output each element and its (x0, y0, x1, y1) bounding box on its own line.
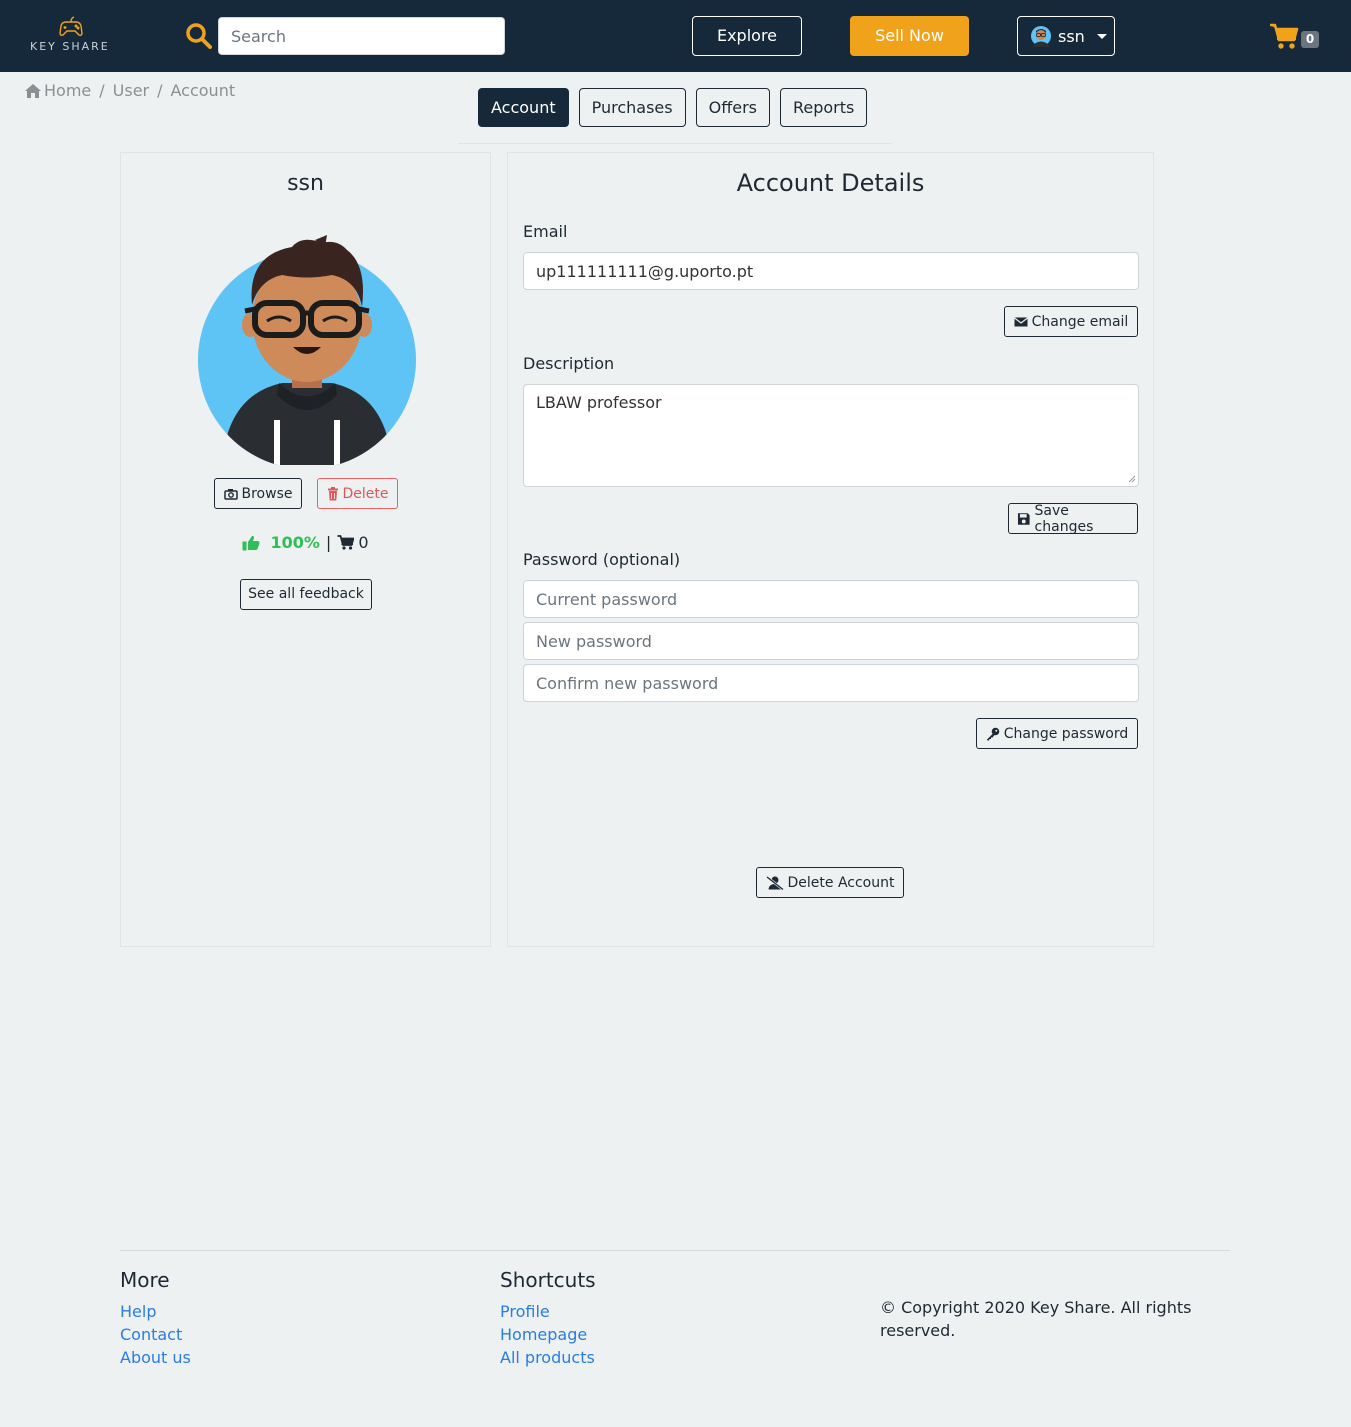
thumbs-up-icon (242, 535, 260, 550)
explore-button[interactable]: Explore (692, 16, 802, 56)
delete-account-button[interactable]: Delete Account (756, 867, 904, 898)
browse-label: Browse (241, 485, 293, 502)
browse-photo-button[interactable]: Browse (214, 478, 302, 509)
save-icon (1017, 512, 1030, 525)
user-slash-icon (765, 875, 784, 890)
trash-icon (327, 486, 338, 500)
breadcrumb-account: Account (170, 81, 236, 100)
rating-value: 100% (270, 533, 320, 552)
tab-reports[interactable]: Reports (779, 88, 868, 127)
search-icon[interactable] (185, 22, 213, 50)
footer-link-help[interactable]: Help (120, 1300, 191, 1323)
navbar: KEY SHARE Explore Sell Now ssn 0 (0, 0, 1351, 72)
cart-icon (337, 535, 355, 550)
copyright-text: © Copyright 2020 Key Share. All rights r… (880, 1298, 1192, 1340)
account-details-title: Account Details (736, 169, 925, 197)
breadcrumb: Home / User / Account (24, 81, 235, 100)
delete-photo-button[interactable]: Delete (317, 478, 398, 509)
footer-link-all-products[interactable]: All products (500, 1346, 596, 1369)
change-password-button[interactable]: Change password (976, 718, 1138, 749)
see-all-feedback-button[interactable]: See all feedback (240, 579, 372, 610)
account-tabs: Account Purchases Offers Reports (478, 88, 868, 127)
change-email-button[interactable]: Change email (1004, 306, 1138, 337)
password-label: Password (optional) (523, 550, 681, 569)
footer-divider (120, 1250, 1230, 1251)
footer-link-contact[interactable]: Contact (120, 1323, 191, 1346)
breadcrumb-home[interactable]: Home (44, 81, 91, 100)
key-icon (986, 727, 1000, 740)
footer-link-profile[interactable]: Profile (500, 1300, 596, 1323)
profile-avatar (198, 235, 416, 465)
camera-icon (223, 488, 238, 500)
user-avatar-icon (1031, 26, 1051, 47)
resize-grip-icon[interactable] (1126, 473, 1136, 483)
change-password-label: Change password (1003, 725, 1129, 742)
footer-shortcuts: Shortcuts Profile Homepage All products (500, 1268, 596, 1369)
breadcrumb-separator: / (157, 81, 163, 100)
save-changes-label: Save changes (1034, 502, 1094, 535)
footer-link-about[interactable]: About us (120, 1346, 191, 1369)
user-menu-label: ssn (1058, 26, 1085, 46)
breadcrumb-user[interactable]: User (113, 81, 149, 100)
footer-more-title: More (120, 1268, 170, 1292)
sell-now-button[interactable]: Sell Now (850, 16, 969, 56)
footer-more: More Help Contact About us (120, 1268, 191, 1369)
confirm-password-field[interactable] (523, 664, 1139, 702)
description-textarea[interactable]: LBAW professor (523, 384, 1139, 487)
cart-count-badge: 0 (1301, 31, 1319, 48)
breadcrumb-separator: / (99, 81, 105, 100)
description-label: Description (523, 354, 615, 373)
home-icon (25, 83, 41, 98)
shopping-cart-icon[interactable] (1269, 22, 1299, 50)
email-label: Email (523, 222, 568, 241)
profile-username: ssn (287, 171, 324, 196)
gamepad-icon (59, 16, 83, 36)
envelope-icon (1013, 317, 1028, 326)
stats-separator: | (325, 533, 332, 552)
email-field[interactable] (523, 252, 1139, 290)
purchases-count: 0 (358, 533, 369, 552)
change-email-label: Change email (1031, 313, 1129, 330)
footer-link-homepage[interactable]: Homepage (500, 1323, 596, 1346)
tab-offers[interactable]: Offers (695, 88, 770, 127)
caret-down-icon (1096, 33, 1107, 39)
user-menu-dropdown[interactable]: ssn (1017, 16, 1115, 56)
new-password-field[interactable] (523, 622, 1139, 660)
current-password-field[interactable] (523, 580, 1139, 618)
tabs-divider (458, 143, 892, 144)
user-stats: 100% | 0 (121, 533, 490, 552)
tab-account[interactable]: Account (478, 88, 569, 127)
search-input[interactable] (218, 17, 505, 55)
delete-photo-label: Delete (342, 485, 389, 502)
save-changes-button[interactable]: Save changes (1008, 502, 1138, 535)
tab-purchases[interactable]: Purchases (578, 88, 686, 127)
logo-text: KEY SHARE (30, 40, 110, 53)
footer-shortcuts-title: Shortcuts (500, 1268, 596, 1292)
delete-account-label: Delete Account (787, 874, 895, 891)
account-details-card: Account Details Email Change email Descr… (507, 152, 1154, 947)
profile-card: ssn Browse Delete 100% | 0 See all feedb… (120, 152, 491, 947)
